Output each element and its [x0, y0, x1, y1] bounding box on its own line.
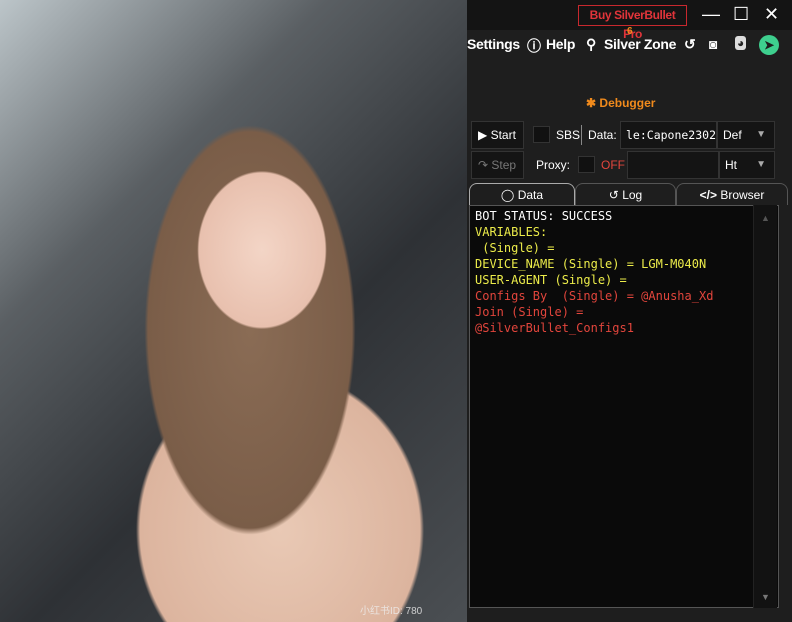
watermark: 小红书ID: 780: [360, 606, 423, 617]
console-line: VARIABLES:: [475, 225, 548, 239]
discord-icon[interactable]: ◕: [735, 36, 746, 50]
start-label: Start: [490, 128, 516, 142]
scroll-down-icon[interactable]: ▼: [754, 592, 777, 602]
camera-icon[interactable]: ◙: [709, 36, 717, 52]
proxy-type-value: Ht: [725, 158, 737, 172]
telegram-icon[interactable]: ➤: [759, 35, 779, 55]
proxy-checkbox[interactable]: [578, 156, 595, 173]
step-button[interactable]: ↷ Step: [471, 151, 524, 179]
console-output: BOT STATUS: SUCCESS VARIABLES: (Single) …: [469, 205, 779, 608]
console-line: Configs By (Single) = @Anusha_Xd: [475, 289, 714, 303]
console-line: @SilverBullet_Configs1: [475, 321, 634, 335]
proxy-state: OFF: [601, 158, 625, 172]
chevron-down-icon: ▼: [756, 159, 766, 170]
bug-icon: ✱: [586, 96, 597, 110]
close-button[interactable]: ✕: [764, 4, 779, 25]
help-menu[interactable]: Help: [546, 36, 575, 52]
buy-pro-button[interactable]: Buy SilverBullet Pro: [578, 5, 687, 41]
console-line: DEVICE_NAME (Single) = LGM-M040N: [475, 257, 707, 271]
scroll-up-icon[interactable]: ▲: [754, 213, 777, 223]
silver-zone-menu[interactable]: Silver Zone: [604, 36, 676, 52]
location-pin-icon: ⚲: [586, 36, 596, 52]
divider: [581, 125, 582, 145]
proxy-type-select[interactable]: Ht ▼: [719, 151, 775, 179]
console-line: USER-AGENT (Single) =: [475, 273, 627, 287]
refresh-icon: ◯: [500, 188, 515, 202]
data-input[interactable]: le:Capone2302: [620, 121, 717, 149]
history-icon: ↺: [608, 188, 619, 202]
minimize-button[interactable]: —: [702, 4, 720, 25]
tab-label: Log: [622, 188, 643, 202]
tab-log[interactable]: ↺ Log: [575, 183, 676, 205]
proxy-label: Proxy:: [536, 158, 571, 172]
step-label: Step: [491, 158, 517, 172]
scrollbar[interactable]: ▲ ▼: [753, 205, 777, 608]
help-icon[interactable]: ⓘ: [527, 36, 541, 56]
proxy-input[interactable]: [627, 151, 719, 179]
debugger-label: Debugger: [599, 96, 656, 110]
photo: 小红书ID: 780: [0, 0, 467, 622]
data-type-value: Def: [723, 128, 742, 142]
chevron-down-icon: ▼: [756, 129, 766, 140]
data-label: Data:: [588, 128, 617, 142]
tab-data[interactable]: ◯ Data: [469, 183, 575, 205]
console-line: (Single) =: [475, 241, 555, 255]
silverbullet-panel: Buy SilverBullet Pro — ☐ ✕ 6 Settings ⓘ …: [467, 0, 792, 622]
data-type-select[interactable]: Def ▼: [717, 121, 775, 149]
history-icon[interactable]: ↺: [684, 36, 696, 53]
maximize-button[interactable]: ☐: [733, 4, 749, 25]
start-button[interactable]: ▶ Start: [471, 121, 524, 149]
tab-browser[interactable]: </> Browser: [676, 183, 788, 205]
tab-label: Data: [517, 188, 544, 202]
sbs-label: SBS: [556, 128, 581, 142]
console-line: BOT STATUS: SUCCESS: [475, 209, 613, 223]
tab-label: Browser: [720, 188, 765, 202]
settings-menu[interactable]: Settings: [467, 36, 520, 52]
code-icon: </>: [699, 188, 717, 202]
sbs-checkbox[interactable]: [533, 126, 550, 143]
console-line: Join (Single) =: [475, 305, 584, 319]
debugger-title: ✱ Debugger: [586, 96, 655, 110]
